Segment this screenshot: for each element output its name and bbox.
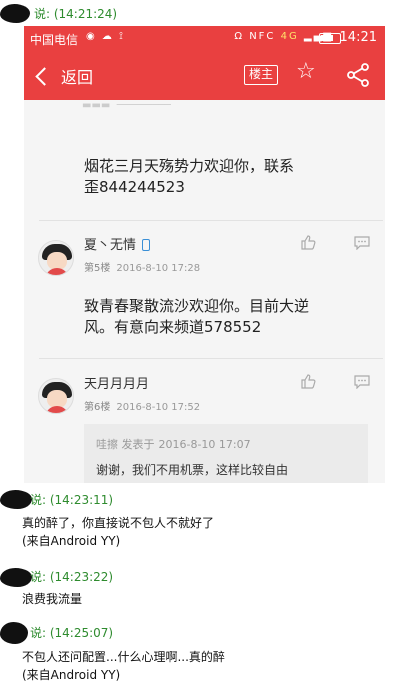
phone-screenshot: 中国电信 ◉ ☁ ⟟ Ω NFC 4G ▂▄▆ 14:21 返回 楼主 ☆ ▬▬… xyxy=(24,26,385,483)
post-meta: 第5楼 2016-8-10 17:28 xyxy=(84,263,201,274)
chat-message-4: 不包人还问配置...什么心理啊...真的醉 (来自Android YY) xyxy=(22,650,225,682)
post-meta: 第6楼 2016-8-10 17:52 xyxy=(84,402,201,413)
headphone-icon: Ω xyxy=(234,31,245,42)
chat-message-3: 浪费我流量 xyxy=(22,592,83,606)
post-body: 烟花三月天殇势力欢迎你，联系 歪844244523 xyxy=(84,157,295,196)
chat-header-1: 说: (14:21:24) xyxy=(34,7,118,21)
avatar[interactable] xyxy=(38,378,74,414)
top-nav-bar: 返回 楼主 ☆ xyxy=(24,52,385,100)
reply-icon[interactable] xyxy=(354,374,370,393)
favorite-star-icon[interactable]: ☆ xyxy=(296,59,316,84)
carrier-name: 中国电信 xyxy=(30,33,79,47)
cut-off-row: ▬▬▬ ───────── xyxy=(82,100,171,111)
post-username[interactable]: 夏丶无情 xyxy=(84,234,151,253)
nfc-icon: NFC xyxy=(249,31,276,42)
back-chevron-icon xyxy=(35,66,54,86)
chat-message-2: 真的醉了，你直接说不包人不就好了 (来自Android YY) xyxy=(22,516,215,548)
notification-icons: ◉ ☁ ⟟ xyxy=(86,31,125,42)
back-button[interactable]: 返回 xyxy=(34,62,93,90)
quote-text: 谢谢，我们不用机票，这样比较自由 xyxy=(96,463,289,477)
thread-content: ▬▬▬ ───────── 烟花三月天殇势力欢迎你，联系 歪844244523 … xyxy=(24,100,385,483)
mobile-client-icon xyxy=(142,239,151,251)
network-type-icon: 4G xyxy=(280,31,299,42)
share-icon[interactable] xyxy=(346,63,370,91)
post-username[interactable]: 天月月月月 xyxy=(84,373,149,392)
redacted-name-3 xyxy=(0,568,32,587)
like-icon[interactable] xyxy=(300,234,316,254)
battery-icon xyxy=(319,33,341,44)
avatar[interactable] xyxy=(38,240,74,276)
quote-meta: 哇擦 发表于 2016-8-10 17:07 xyxy=(96,438,251,451)
back-label: 返回 xyxy=(61,68,94,87)
only-op-button[interactable]: 楼主 xyxy=(244,65,279,85)
status-time: 14:21 xyxy=(339,30,377,45)
post-body: 致青春聚散流沙欢迎你。目前大逆 风。有意向来频道578552 xyxy=(84,297,310,336)
like-icon[interactable] xyxy=(300,373,316,393)
chat-header-3: 说: (14:23:22) xyxy=(30,570,114,584)
post-divider xyxy=(39,358,383,359)
chat-header-4: 说: (14:25:07) xyxy=(30,626,114,640)
reply-icon[interactable] xyxy=(354,235,370,254)
redacted-name-1 xyxy=(0,4,30,23)
post-divider xyxy=(39,220,383,221)
quoted-reply[interactable]: 哇擦 发表于 2016-8-10 17:07 谢谢，我们不用机票，这样比较自由 xyxy=(84,424,368,483)
redacted-name-2 xyxy=(0,490,32,509)
status-bar: 中国电信 ◉ ☁ ⟟ Ω NFC 4G ▂▄▆ 14:21 xyxy=(24,26,385,52)
chat-header-2: 说: (14:23:11) xyxy=(30,493,114,507)
redacted-name-4 xyxy=(0,622,28,644)
